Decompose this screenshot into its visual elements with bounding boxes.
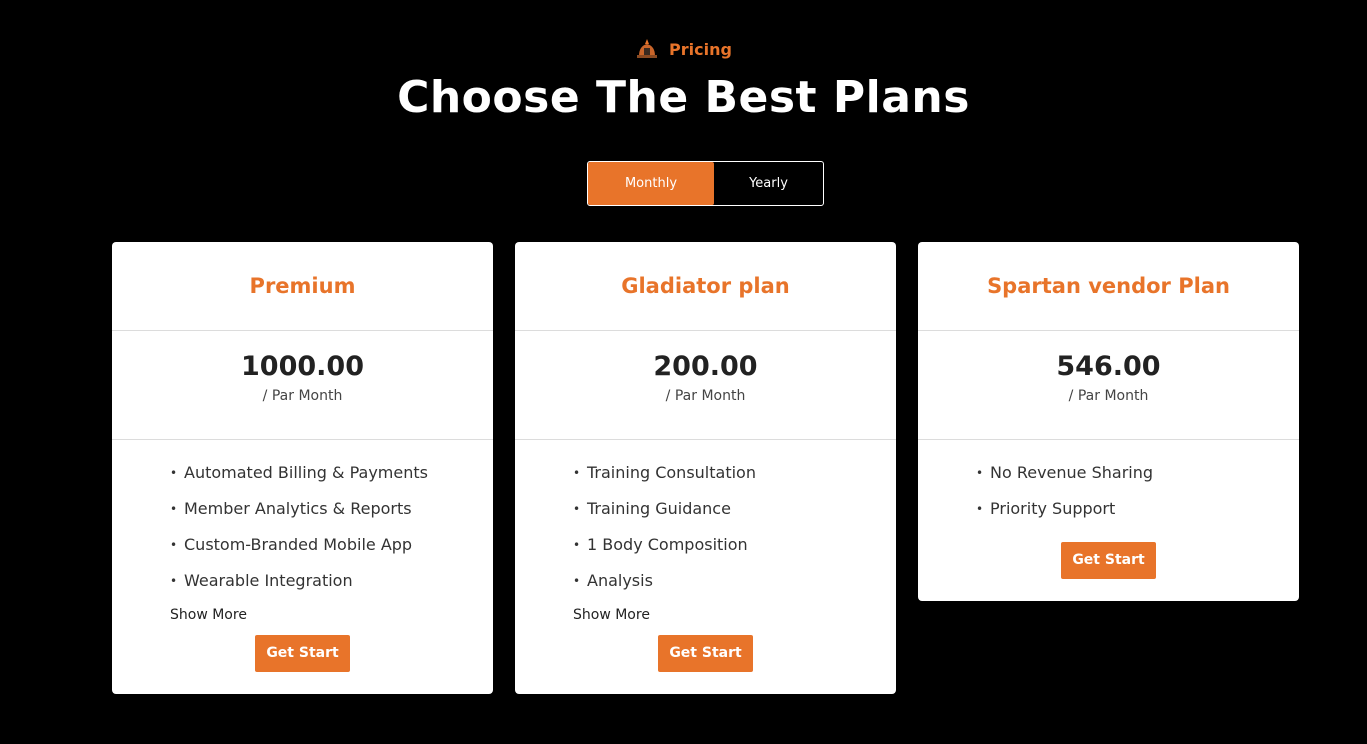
plan-price: 546.00	[1056, 351, 1161, 382]
get-start-button[interactable]: Get Start	[658, 635, 753, 672]
plan-card-spartan-vendor: Spartan vendor Plan 546.00 / Par Month N…	[918, 242, 1299, 601]
show-more-link[interactable]: Show More	[170, 607, 247, 631]
feature-item: Member Analytics & Reports	[170, 496, 493, 532]
plan-period: / Par Month	[665, 388, 746, 404]
plan-period: / Par Month	[1068, 388, 1149, 404]
feature-item: Training Guidance	[573, 496, 896, 532]
feature-item: No Revenue Sharing	[976, 460, 1299, 496]
plan-price-box: 1000.00 / Par Month	[112, 331, 493, 440]
plan-period: / Par Month	[262, 388, 343, 404]
plan-header: Spartan vendor Plan	[918, 242, 1299, 331]
plan-price: 1000.00	[241, 351, 364, 382]
billing-toggle: Monthly Yearly	[587, 161, 824, 206]
feature-item: Custom-Branded Mobile App	[170, 532, 493, 568]
plan-price-box: 200.00 / Par Month	[515, 331, 896, 440]
plan-name: Gladiator plan	[621, 274, 790, 298]
plan-header: Gladiator plan	[515, 242, 896, 331]
plan-features: Training Consultation Training Guidance …	[515, 440, 896, 604]
plan-header: Premium	[112, 242, 493, 331]
plan-card-premium: Premium 1000.00 / Par Month Automated Bi…	[112, 242, 493, 694]
monthly-toggle-button[interactable]: Monthly	[588, 162, 714, 205]
plan-features: Automated Billing & Payments Member Anal…	[112, 440, 493, 604]
show-more-link[interactable]: Show More	[573, 607, 650, 631]
plan-name: Premium	[249, 274, 356, 298]
section-eyebrow: Pricing	[0, 38, 1367, 60]
get-start-button[interactable]: Get Start	[1061, 542, 1156, 579]
plan-features: No Revenue Sharing Priority Support	[918, 440, 1299, 542]
feature-item: Priority Support	[976, 496, 1299, 532]
get-start-button[interactable]: Get Start	[255, 635, 350, 672]
feature-item: Wearable Integration	[170, 568, 493, 604]
feature-item: Automated Billing & Payments	[170, 460, 493, 496]
plan-price: 200.00	[653, 351, 758, 382]
yearly-toggle-button[interactable]: Yearly	[714, 162, 823, 205]
spartan-helmet-icon	[637, 39, 658, 58]
plan-name: Spartan vendor Plan	[987, 274, 1230, 298]
plan-price-box: 546.00 / Par Month	[918, 331, 1299, 440]
feature-item: Analysis	[573, 568, 896, 604]
plan-card-gladiator: Gladiator plan 200.00 / Par Month Traini…	[515, 242, 896, 694]
page-title: Choose The Best Plans	[397, 72, 970, 123]
eyebrow-label: Pricing	[669, 39, 732, 59]
feature-item: Training Consultation	[573, 460, 896, 496]
feature-item: 1 Body Composition	[573, 532, 896, 568]
